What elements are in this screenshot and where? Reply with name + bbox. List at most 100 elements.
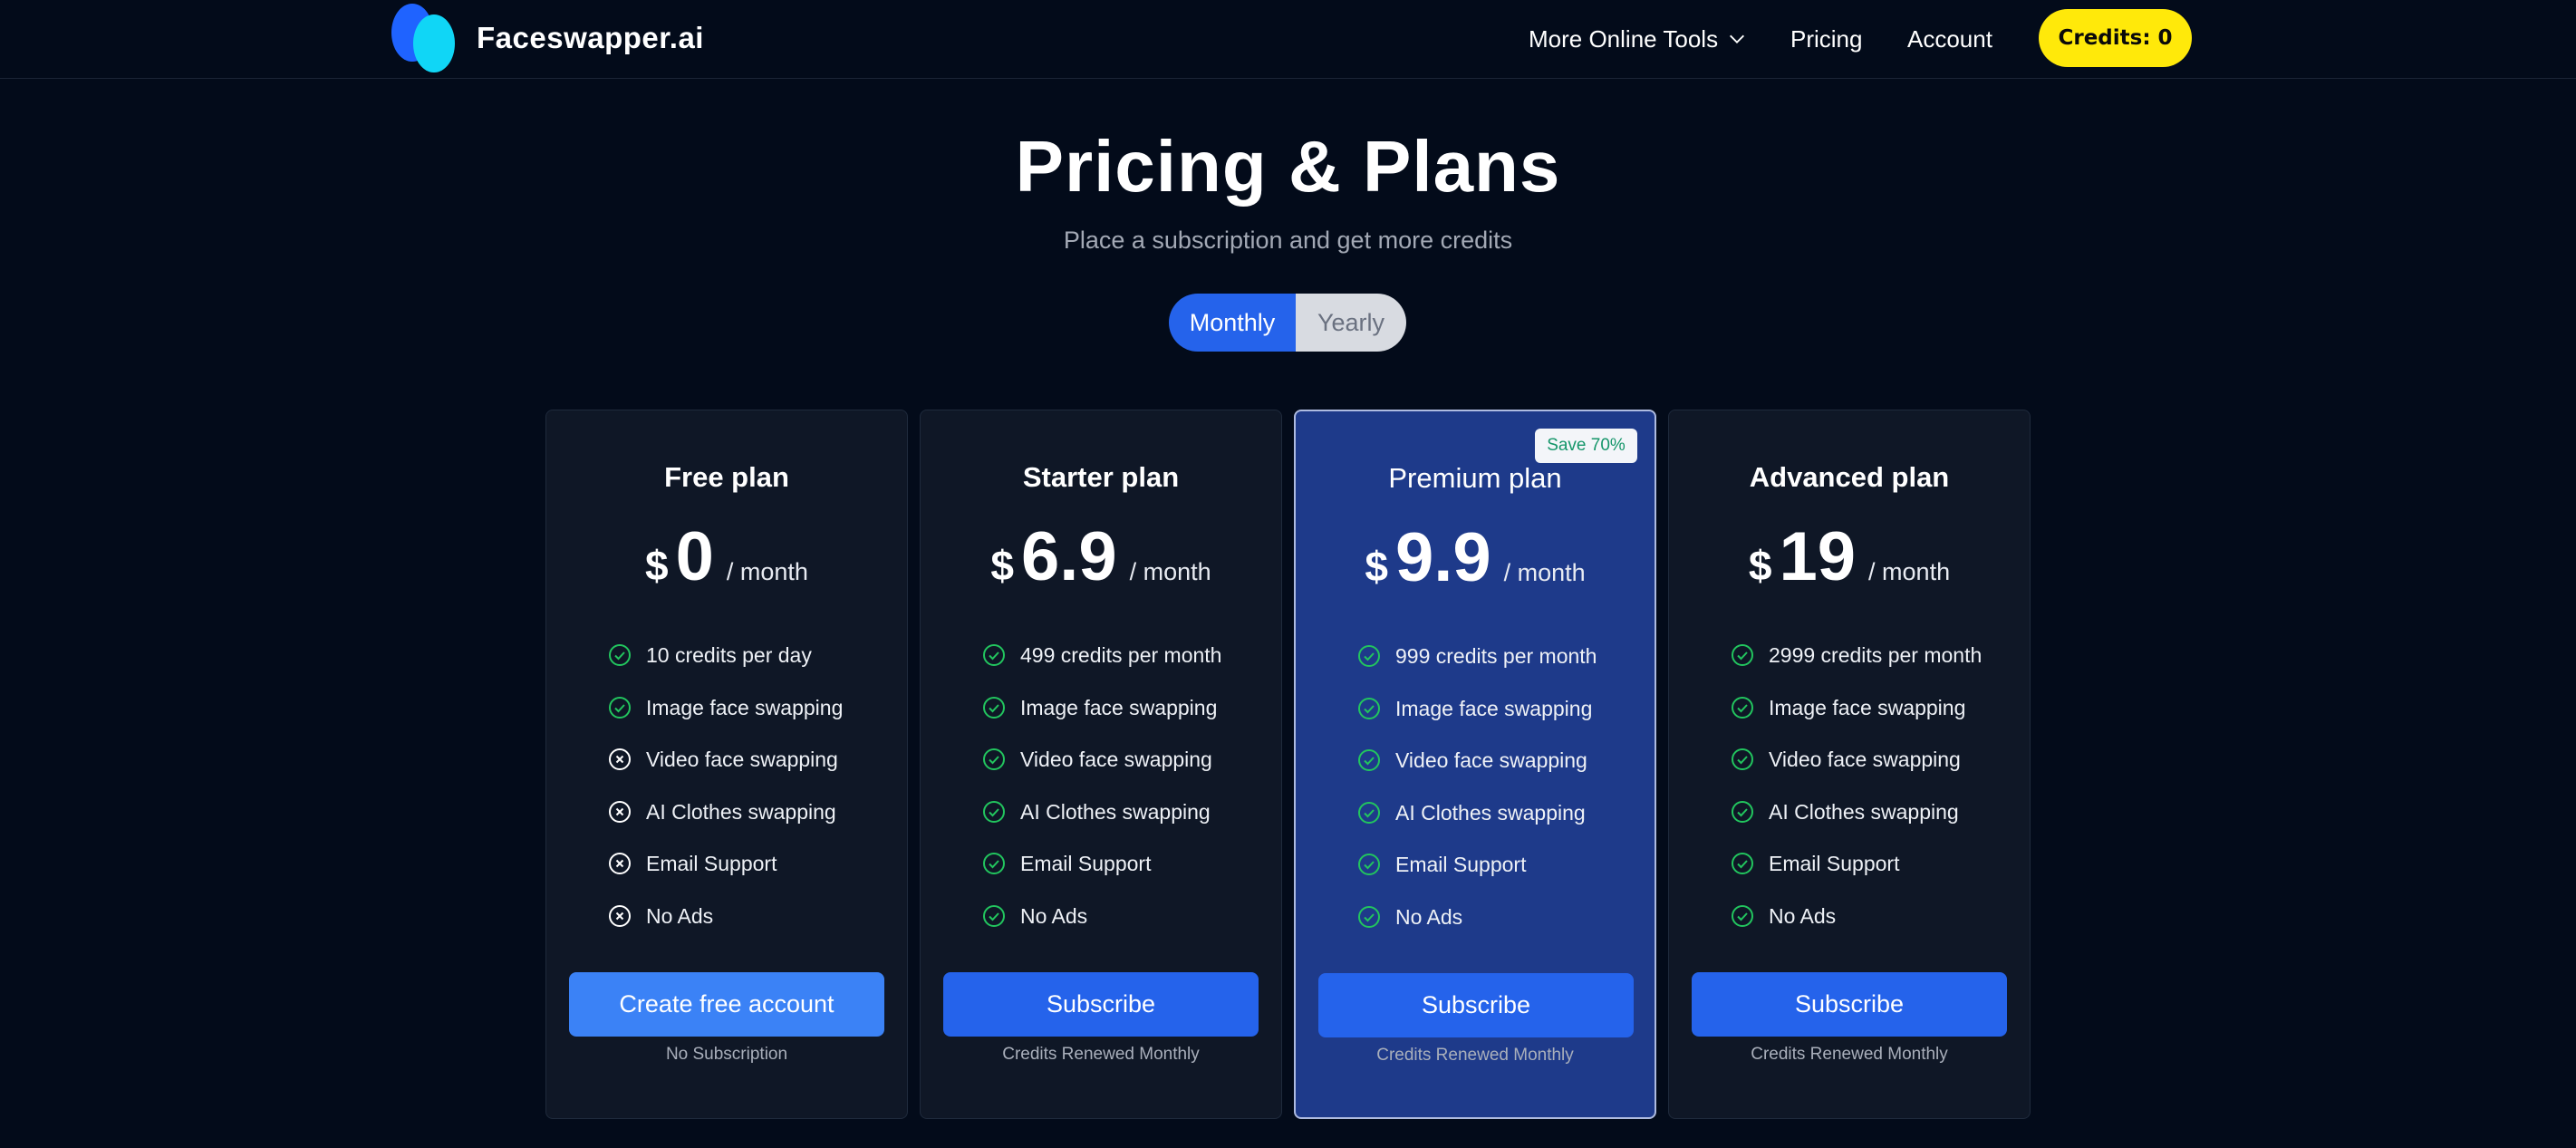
feature-item: Video face swapping [1357,742,1587,778]
plan-name: Premium plan [1388,462,1562,494]
feature-item: No Ads [1357,899,1462,935]
check-circle-icon [608,696,632,719]
plan-price: $6.9 / month [921,517,1281,596]
price-currency: $ [1365,543,1388,590]
check-circle-icon [1357,905,1381,929]
subscribe-button[interactable]: Subscribe [1692,972,2007,1037]
plan-card-advanced-plan: Advanced plan $19 / month 2999 credits per … [1668,410,2031,1119]
toggle-monthly[interactable]: Monthly [1169,294,1296,352]
plan-name: Advanced plan [1749,461,1950,493]
page-subtitle: Place a subscription and get more credit… [1063,227,1513,254]
feature-text: 2999 credits per month [1769,642,1983,667]
logo-icon [391,4,460,72]
feature-item: 999 credits per month [1357,638,1597,674]
check-circle-icon [982,696,1006,719]
feature-item: AI Clothes swapping [1357,795,1586,831]
feature-text: Email Support [646,851,777,875]
nav-more-online-tools[interactable]: More Online Tools [1529,13,1747,65]
check-circle-icon [1357,853,1381,876]
subscribe-button[interactable]: Subscribe [943,972,1259,1037]
brand-name: Faceswapper.ai [477,21,704,54]
subscribe-button[interactable]: Subscribe [1318,973,1634,1037]
page-title: Pricing & Plans [1015,126,1561,207]
check-circle-icon [982,748,1006,771]
plan-price: $9.9 / month [1296,518,1655,597]
price-period: / month [1503,559,1586,586]
feature-text: No Ads [1769,903,1837,928]
feature-item: Image face swapping [1357,690,1592,727]
price-amount: 6.9 [1020,518,1117,595]
plan-note: Credits Renewed Monthly [1376,1046,1574,1065]
feature-item: 10 credits per day [608,637,812,673]
feature-text: AI Clothes swapping [1769,799,1959,824]
check-circle-icon [982,904,1006,928]
feature-item: Email Support [1357,846,1526,883]
price-period: / month [726,558,808,585]
x-circle-icon [608,800,632,824]
check-circle-icon [1731,904,1754,928]
feature-item: Image face swapping [608,690,843,726]
feature-item: Image face swapping [982,690,1217,726]
feature-item: Image face swapping [1731,690,1965,726]
feature-item: No Ads [608,898,713,934]
nav-account[interactable]: Account [1907,13,1992,65]
price-amount: 19 [1779,518,1857,595]
price-currency: $ [645,542,669,589]
check-circle-icon [1357,748,1381,772]
feature-item: AI Clothes swapping [1731,794,1959,830]
plan-card-premium-plan: Save 70% Premium plan $9.9 / month 999 credi… [1294,410,1656,1119]
save-badge: Save 70% [1535,429,1637,463]
feature-item: No Ads [1731,898,1836,934]
billing-period-toggle: Monthly Yearly [1169,294,1406,352]
nav-account-label: Account [1907,24,1992,53]
check-circle-icon [608,643,632,667]
check-circle-icon [982,852,1006,875]
nav-pricing[interactable]: Pricing [1790,13,1862,65]
feature-text: Image face swapping [1020,695,1218,719]
check-circle-icon [1731,643,1754,667]
check-circle-icon [1357,801,1381,825]
feature-item: 2999 credits per month [1731,637,1982,673]
plan-note: Credits Renewed Monthly [1751,1045,1948,1064]
check-circle-icon [1731,800,1754,824]
brand-logo[interactable]: Faceswapper.ai [391,4,704,72]
nav-more-online-tools-label: More Online Tools [1529,24,1719,53]
price-amount: 9.9 [1394,519,1491,596]
feature-text: AI Clothes swapping [1395,800,1586,825]
feature-text: No Ads [646,903,714,928]
credits-button[interactable]: Credits: 0 [2039,9,2192,67]
price-period: / month [1129,558,1211,585]
nav-pricing-label: Pricing [1790,24,1863,53]
feature-text: Video face swapping [1769,747,1961,771]
feature-item: Video face swapping [608,741,838,777]
check-circle-icon [1731,852,1754,875]
feature-text: 499 credits per month [1020,642,1222,667]
plan-card-starter-plan: Starter plan $6.9 / month 499 credits per m… [920,410,1282,1119]
feature-text: Email Support [1769,851,1900,875]
feature-item: Video face swapping [1731,741,1961,777]
feature-text: Video face swapping [646,747,838,771]
create-free-account-button[interactable]: Create free account [569,972,884,1037]
feature-text: Video face swapping [1395,748,1587,772]
price-period: / month [1868,558,1951,585]
plan-card-free-plan: Free plan $0 / month 10 credits per day Imag… [545,410,908,1119]
feature-item: Email Support [1731,845,1899,882]
feature-text: AI Clothes swapping [1020,799,1211,824]
chevron-down-icon [1730,34,1745,43]
plan-note: Credits Renewed Monthly [1002,1045,1200,1064]
plan-name: Free plan [664,461,789,493]
feature-text: Image face swapping [1395,696,1593,720]
plan-name: Starter plan [1022,461,1180,493]
top-navbar: Faceswapper.ai More Online Tools Pricing… [0,0,2576,79]
feature-item: Video face swapping [982,741,1212,777]
feature-text: 999 credits per month [1395,643,1597,668]
toggle-yearly[interactable]: Yearly [1296,294,1406,352]
feature-item: 499 credits per month [982,637,1221,673]
check-circle-icon [1731,696,1754,719]
feature-text: Video face swapping [1020,747,1212,771]
feature-text: No Ads [1395,904,1463,929]
check-circle-icon [1731,748,1754,771]
feature-text: Email Support [1020,851,1152,875]
check-circle-icon [982,800,1006,824]
price-currency: $ [990,542,1014,589]
